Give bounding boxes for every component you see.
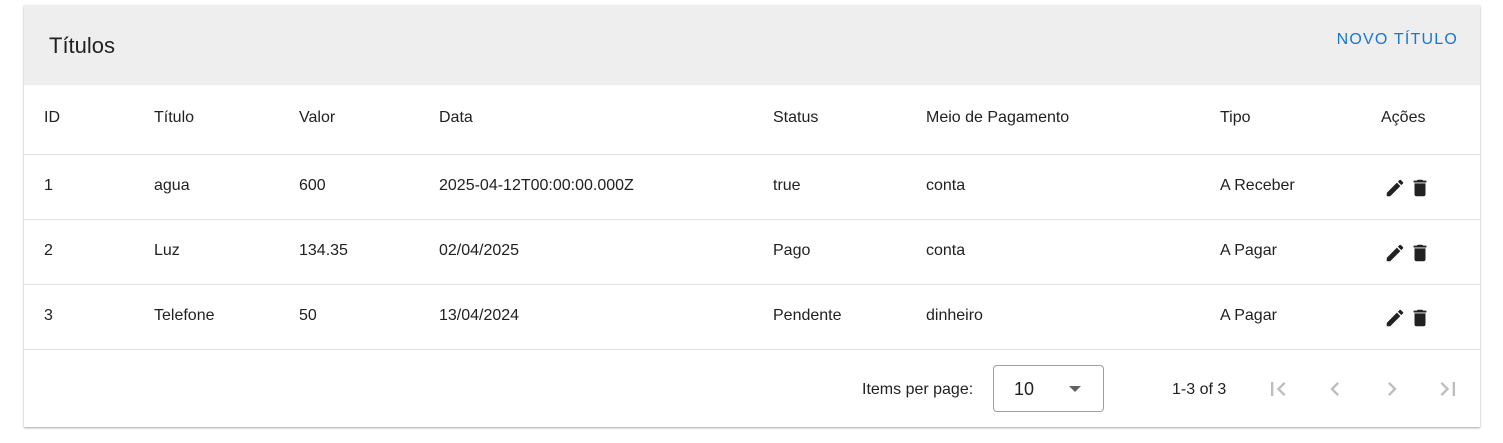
column-header-data: Data [439, 109, 473, 126]
dropdown-arrow-icon [1069, 386, 1081, 392]
edit-icon[interactable] [1384, 242, 1406, 264]
cell-status: Pago [773, 242, 811, 259]
delete-icon[interactable] [1409, 177, 1431, 199]
page-title: Títulos [49, 33, 116, 58]
cell-data: 13/04/2024 [439, 307, 520, 324]
cell-tipo: A Pagar [1220, 307, 1277, 324]
column-header-meio-pagamento: Meio de Pagamento [926, 109, 1070, 126]
first-page-button[interactable] [1264, 375, 1292, 403]
table-header-row: ID Título Valor Data Status Meio de Paga… [24, 85, 1480, 155]
cell-id: 2 [44, 242, 53, 259]
cell-meio-pagamento: conta [926, 177, 966, 194]
cell-titulo: agua [154, 177, 190, 194]
cell-tipo: A Pagar [1220, 242, 1277, 259]
previous-page-button[interactable] [1321, 375, 1349, 403]
next-page-button[interactable] [1378, 375, 1406, 403]
last-page-button[interactable] [1434, 375, 1462, 403]
cell-data: 02/04/2025 [439, 242, 520, 259]
edit-icon[interactable] [1384, 177, 1406, 199]
items-per-page-select[interactable]: 10 [993, 365, 1104, 412]
column-header-acoes: Ações [1381, 109, 1426, 126]
titles-card: Títulos NOVO TÍTULO ID Título Valor Data… [24, 5, 1480, 427]
last-page-icon [1440, 382, 1455, 396]
items-per-page-value: 10 [1014, 379, 1035, 399]
table-row: 1 agua 600 2025-04-12T00:00:00.000Z true… [24, 155, 1480, 220]
cell-valor: 50 [299, 307, 317, 324]
column-header-id: ID [44, 109, 60, 126]
cell-valor: 134.35 [299, 242, 348, 259]
cell-titulo: Luz [154, 242, 180, 259]
first-page-icon [1271, 382, 1286, 396]
cell-id: 3 [44, 307, 53, 324]
delete-icon[interactable] [1409, 242, 1431, 264]
paginator: Items per page: 10 1-3 of 3 [24, 351, 1480, 427]
cell-meio-pagamento: conta [926, 242, 966, 259]
row-actions [1384, 177, 1434, 199]
card-header: Títulos NOVO TÍTULO [24, 5, 1480, 85]
items-per-page-label: Items per page: [862, 381, 974, 398]
new-title-button[interactable]: NOVO TÍTULO [1337, 31, 1458, 49]
cell-titulo: Telefone [154, 307, 215, 324]
cell-status: Pendente [773, 307, 842, 324]
cell-meio-pagamento: dinheiro [926, 307, 983, 324]
next-page-icon [1388, 382, 1397, 396]
cell-status: true [773, 177, 801, 194]
previous-page-icon [1330, 382, 1339, 396]
row-actions [1384, 307, 1434, 329]
edit-icon[interactable] [1384, 307, 1406, 329]
cell-tipo: A Receber [1220, 177, 1295, 194]
column-header-tipo: Tipo [1220, 109, 1251, 126]
table-row: 3 Telefone 50 13/04/2024 Pendente dinhei… [24, 285, 1480, 350]
delete-icon[interactable] [1409, 307, 1431, 329]
column-header-valor: Valor [299, 109, 336, 126]
table-row: 2 Luz 134.35 02/04/2025 Pago conta A Pag… [24, 220, 1480, 285]
cell-data: 2025-04-12T00:00:00.000Z [439, 177, 634, 194]
row-actions [1384, 242, 1434, 264]
cell-valor: 600 [299, 177, 326, 194]
column-header-status: Status [773, 109, 819, 126]
column-header-titulo: Título [154, 109, 195, 126]
cell-id: 1 [44, 177, 53, 194]
page-range-label: 1-3 of 3 [1172, 381, 1227, 398]
